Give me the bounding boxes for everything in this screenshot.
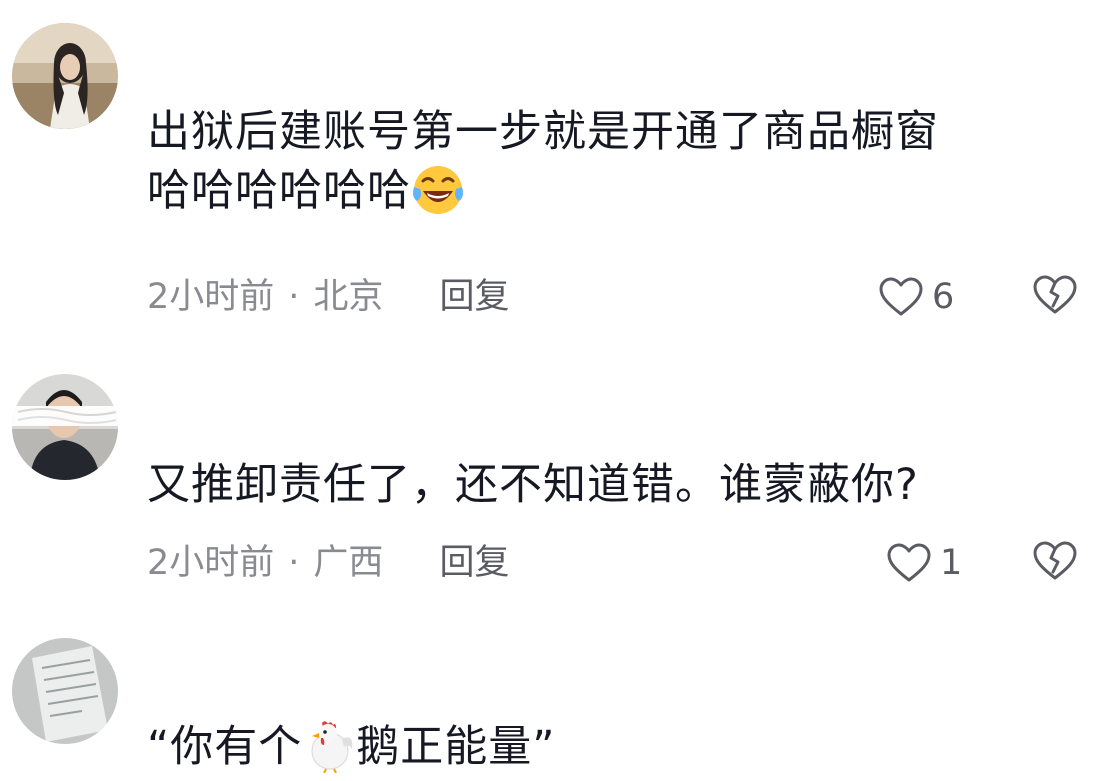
- dislike-button[interactable]: [1032, 538, 1078, 588]
- comment-meta: 2小时前 · 北京 回复: [147, 272, 509, 322]
- laughing-tears-icon: [411, 163, 465, 217]
- broken-heart-icon: [1032, 540, 1078, 586]
- dislike-button[interactable]: [1032, 272, 1078, 322]
- comment-text-fragment: “你有个: [147, 722, 303, 772]
- comment-meta: 2小时前 · 广西 回复: [147, 538, 509, 588]
- comment-location: 广西: [313, 543, 384, 583]
- comment-text: “你有个 鹅正能量”: [147, 718, 1077, 777]
- like-count: 1: [940, 543, 963, 583]
- comment-time: 2小时前: [147, 543, 275, 583]
- heart-outline-icon: [878, 276, 924, 318]
- like-button[interactable]: 1: [886, 538, 962, 588]
- comment-time: 2小时前: [147, 277, 275, 317]
- reply-button[interactable]: 回复: [439, 272, 509, 322]
- comment-text-line: 又推卸责任了，还不知道错。谁蒙蔽你?: [147, 460, 919, 510]
- comment-text-line: 哈哈哈哈哈哈: [147, 162, 1077, 221]
- comment-text-line: 出狱后建账号第一步就是开通了商品橱窗: [147, 107, 939, 157]
- reply-button[interactable]: 回复: [439, 538, 509, 588]
- rooster-icon: [302, 719, 356, 773]
- comment-item: 出狱后建账号第一步就是开通了商品橱窗 哈哈哈哈哈哈 2小时前 · 北京 回复 6: [0, 0, 1100, 340]
- like-button[interactable]: 6: [878, 272, 954, 322]
- meta-separator: ·: [288, 543, 300, 583]
- avatar[interactable]: [12, 638, 118, 744]
- comment-text-line: “你有个 鹅正能量”: [147, 718, 1077, 777]
- comment-text-fragment: 哈哈哈哈哈哈: [147, 166, 411, 216]
- avatar[interactable]: [12, 374, 118, 480]
- heart-outline-icon: [886, 542, 932, 584]
- comment-item: 又推卸责任了，还不知道错。谁蒙蔽你? 2小时前 · 广西 回复 1: [0, 360, 1100, 620]
- like-count: 6: [932, 277, 955, 317]
- comment-location: 北京: [313, 277, 384, 317]
- comment-text: 又推卸责任了，还不知道错。谁蒙蔽你?: [147, 456, 1077, 515]
- meta-separator: ·: [288, 277, 300, 317]
- comment-text-fragment: 鹅正能量”: [356, 722, 556, 772]
- avatar[interactable]: [12, 23, 118, 129]
- comment-text: 出狱后建账号第一步就是开通了商品橱窗 哈哈哈哈哈哈: [147, 103, 1077, 221]
- comment-item: “你有个 鹅正能量”: [0, 630, 1100, 781]
- broken-heart-icon: [1032, 274, 1078, 320]
